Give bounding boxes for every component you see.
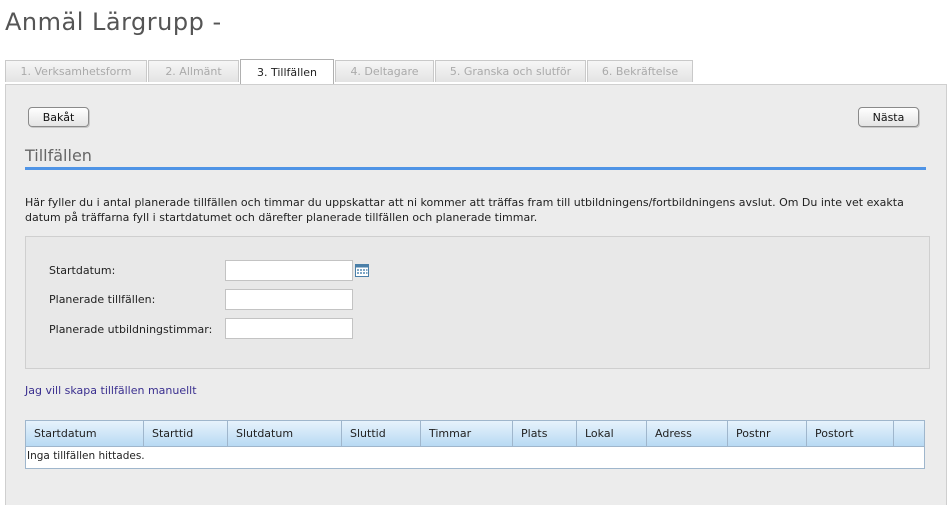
section-title: Tillfällen — [25, 146, 92, 165]
intro-text: Här fyller du i antal planerade tillfäll… — [25, 196, 904, 224]
column-header[interactable]: Adress — [647, 421, 728, 446]
column-header[interactable]: Postnr — [728, 421, 807, 446]
tab-deltagare[interactable]: 4. Deltagare — [335, 60, 434, 82]
column-header[interactable]: Lokal — [577, 421, 647, 446]
calendar-icon[interactable] — [355, 264, 369, 277]
sessions-table: Startdatum Starttid Slutdatum Sluttid Ti… — [25, 420, 925, 469]
table-empty-message: Inga tillfällen hittades. — [27, 450, 145, 462]
back-button[interactable]: Bakåt — [28, 107, 89, 127]
column-header — [894, 421, 924, 446]
planned-sessions-input[interactable] — [225, 289, 353, 310]
page-title: Anmäl Lärgrupp - — [5, 8, 222, 36]
tab-tillfallen[interactable]: 3. Tillfällen — [240, 59, 334, 84]
main-panel: Bakåt Nästa Tillfällen Här fyller du i a… — [5, 84, 947, 505]
next-button[interactable]: Nästa — [858, 107, 919, 127]
planned-sessions-label: Planerade tillfällen: — [49, 293, 156, 306]
start-date-label: Startdatum: — [49, 264, 116, 277]
column-header[interactable]: Postort — [807, 421, 894, 446]
tab-verksamhetsform[interactable]: 1. Verksamhetsform — [5, 60, 147, 82]
column-header[interactable]: Starttid — [144, 421, 228, 446]
session-form: Startdatum: Planerade tillfällen: Planer… — [25, 236, 930, 369]
column-header[interactable]: Sluttid — [342, 421, 421, 446]
tab-granska[interactable]: 5. Granska och slutför — [435, 60, 586, 82]
tab-allmant[interactable]: 2. Allmänt — [148, 60, 239, 82]
start-date-input[interactable] — [225, 260, 353, 281]
column-header[interactable]: Slutdatum — [228, 421, 342, 446]
table-header: Startdatum Starttid Slutdatum Sluttid Ti… — [26, 421, 924, 447]
tab-bekraftelse[interactable]: 6. Bekräftelse — [587, 60, 693, 82]
planned-hours-input[interactable] — [225, 318, 353, 339]
column-header[interactable]: Timmar — [421, 421, 513, 446]
column-header[interactable]: Startdatum — [26, 421, 144, 446]
planned-hours-label: Planerade utbildningstimmar: — [49, 323, 213, 336]
create-sessions-manually-link[interactable]: Jag vill skapa tillfällen manuellt — [25, 384, 197, 397]
wizard-tabs: 1. Verksamhetsform 2. Allmänt 3. Tillfäl… — [5, 59, 694, 84]
section-divider — [25, 167, 926, 170]
column-header[interactable]: Plats — [513, 421, 577, 446]
